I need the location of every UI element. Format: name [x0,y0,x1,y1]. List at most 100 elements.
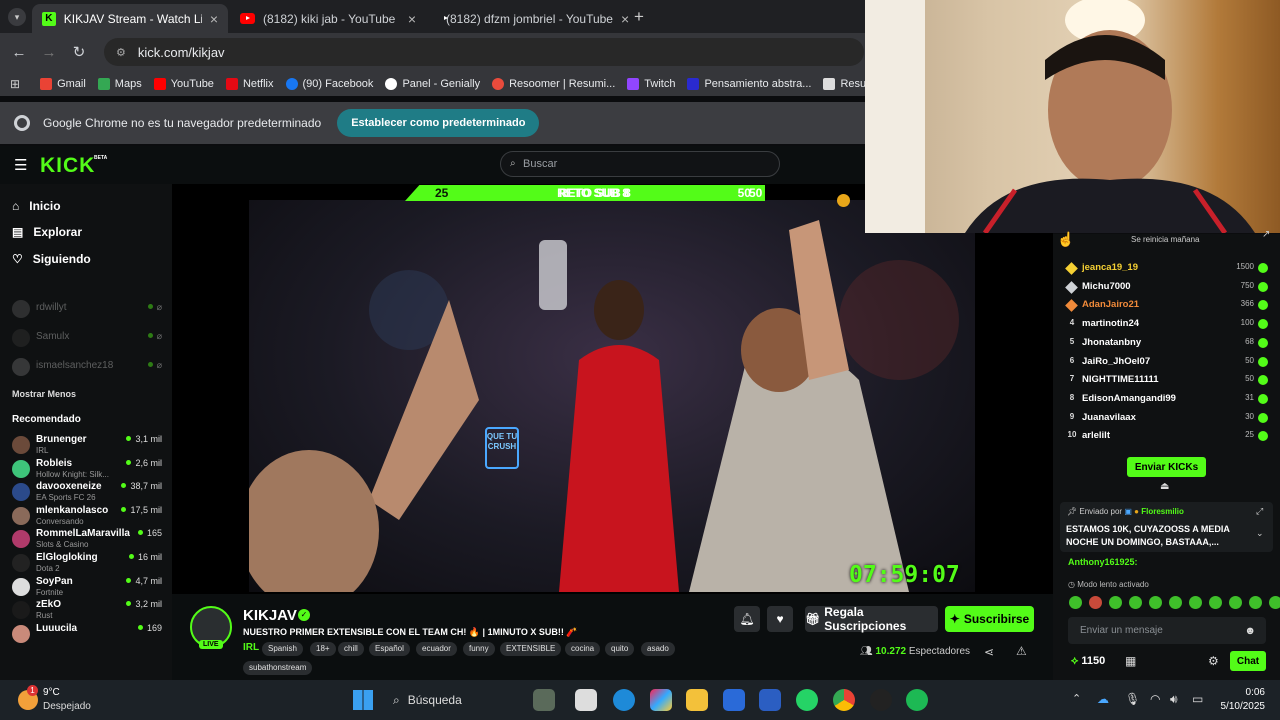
forward-icon[interactable]: → [34,44,64,61]
tab-close-icon[interactable]: × [408,11,416,27]
leaderboard-row[interactable]: 9 Juanavilaax 30 [1066,412,1268,428]
leaderboard-expand-icon[interactable]: ↗ [1262,229,1270,240]
recommended-item[interactable]: Luuucila 169 [12,623,162,645]
share-icon[interactable]: ⋖ [984,645,994,659]
edge-icon[interactable] [613,689,635,711]
leaderboard-row[interactable]: Michu7000 750 [1065,281,1268,297]
expand-chevron-icon[interactable]: ⌄ [1256,528,1264,539]
reload-icon[interactable]: ↻ [64,43,94,61]
kick-logo[interactable]: KICK [40,154,95,178]
recommended-item[interactable]: zEkO Rust 3,2 mil [12,599,162,621]
whatsapp-icon[interactable] [796,689,818,711]
emote-icon[interactable] [1109,596,1122,609]
taskbar-search[interactable]: ⌕ Búsqueda [387,688,517,712]
send-kicks-button[interactable]: Enviar KICKs [1127,457,1206,477]
word-icon[interactable] [759,689,781,711]
tab-kick[interactable]: K KIKJAV Stream - Watch Live on × [32,4,228,33]
new-tab-button[interactable]: + [634,7,644,27]
recommended-item[interactable]: SoyPan Fortnite 4,7 mil [12,576,162,598]
report-icon[interactable]: ⚠ [1016,644,1027,658]
nav-explore[interactable]: ▤ Explorar [12,225,82,239]
subscribe-button[interactable]: ✦ Suscribirse [945,606,1034,632]
channel-points[interactable]: ⟡ 1150 [1071,655,1105,668]
chrome-icon[interactable] [833,689,855,711]
file-app-icon[interactable] [575,689,597,711]
channel-name[interactable]: KIKJAV [243,607,297,624]
emoji-icon[interactable]: ☻ [1244,625,1256,637]
emote-icon[interactable] [1249,596,1262,609]
following-item[interactable]: Samulx ⌀ [12,327,162,349]
leaderboard-row[interactable]: 8 EdisonAmangandi99 31 [1066,393,1268,409]
follow-heart-button[interactable]: ♥ [767,606,793,632]
nav-home[interactable]: ⌂ Inicio [12,199,61,213]
unpin-icon[interactable]: ⤢ [1256,506,1263,517]
leaderboard-row[interactable]: 7 NIGHTTIME11111 50 [1066,374,1268,390]
emote-icon[interactable] [1189,596,1202,609]
calendar-icon[interactable]: ▦ [1125,654,1136,668]
bookmark-gmail[interactable]: Gmail [40,77,86,90]
pinned-user[interactable]: Floresmilio [1141,507,1184,516]
leaderboard-row[interactable]: 4 martinotin24 100 [1066,318,1268,334]
volume-icon[interactable]: 🔊︎ [1170,692,1178,707]
search-input[interactable]: ⌕ Buscar [500,151,780,177]
settings-gear-icon[interactable]: ⚙ [1208,654,1219,668]
tab-search-button[interactable]: ▾ [8,8,26,26]
bookmark-pensamiento[interactable]: Pensamiento abstra... [687,77,811,90]
stream-tag[interactable]: chill [338,642,364,656]
leaderboard-row[interactable]: 6 JaiRo_JhOel07 50 [1066,356,1268,372]
stream-tag[interactable]: ecuador [416,642,457,656]
nav-following[interactable]: ♡ Siguiendo [12,252,91,266]
emote-icon[interactable] [1169,596,1182,609]
clock-time[interactable]: 0:06 [1217,687,1265,698]
tab-youtube-1[interactable]: (8182) kiki jab - YouTube × [230,4,426,33]
bookmark-facebook[interactable]: (90) Facebook [285,77,373,90]
bookmark-youtube[interactable]: YouTube [153,77,214,90]
onedrive-icon[interactable]: ☁ [1097,692,1109,706]
tab-youtube-2[interactable]: (8182) dfzm jombriel - YouTube × [428,4,629,33]
chat-input[interactable]: Enviar un mensaje ☻ [1068,617,1266,644]
recommended-item[interactable]: Brunenger IRL 3,1 mil [12,434,162,456]
chat-send-button[interactable]: Chat [1230,651,1266,671]
stream-tag[interactable]: asado [641,642,675,656]
app-icon[interactable] [870,689,892,711]
store-icon[interactable] [723,689,745,711]
recommended-item[interactable]: RommelLaMaravilla Slots & Casino 165 [12,528,162,550]
copilot-icon[interactable] [650,689,672,711]
bookmark-maps[interactable]: Maps [97,77,142,90]
collapse-icon[interactable]: ⏏ [1160,481,1169,492]
following-item[interactable]: ismaelsanchez18 ⌀ [12,356,162,378]
emote-icon[interactable] [1269,596,1280,609]
tab-close-icon[interactable]: × [210,11,218,27]
show-less-link[interactable]: Mostrar Menos [12,389,76,399]
spotify-icon[interactable] [906,689,928,711]
stream-tag[interactable]: Spanish [262,642,303,656]
recommended-item[interactable]: mlenkanolasco Conversando 17,5 mil [12,505,162,527]
clock-date[interactable]: 5/10/2025 [1213,701,1266,712]
video-frame[interactable]: QUE TU CRUSH [249,200,975,592]
category-link[interactable]: IRL [243,642,259,653]
leaderboard-row[interactable]: 5 Jhonatanbny 68 [1066,337,1268,353]
gift-subs-button[interactable]: 🎁︎ Regala Suscripciones [805,605,938,633]
stream-tag[interactable]: cocina [565,642,601,656]
stream-tag[interactable]: subathonstream [243,661,313,675]
apps-grid-icon[interactable]: ⊞ [10,77,20,91]
notify-bell-button[interactable]: 🔔︎ [734,606,760,632]
battery-icon[interactable]: ▭ [1192,692,1203,706]
emote-icon[interactable] [1069,596,1082,609]
recommended-item[interactable]: Robleis Hollow Knight: Silk... 2,6 mil [12,458,162,480]
menu-icon[interactable]: ☰ [14,156,27,174]
file-explorer-icon[interactable] [686,689,708,711]
leaderboard-row[interactable]: jeanca19_19 1500 [1065,262,1268,278]
stream-tag[interactable]: 18+ [310,642,336,656]
emote-icon[interactable] [1129,596,1142,609]
stream-tag[interactable]: funny [463,642,495,656]
chat-message-user[interactable]: Anthony161925: [1068,557,1138,567]
wifi-icon[interactable]: ◠ [1150,692,1160,706]
bookmark-genially[interactable]: Panel - Genially [385,77,480,90]
emote-icon[interactable] [1089,596,1102,609]
following-item[interactable]: rdwillyt ⌀ [12,298,162,320]
emote-icon[interactable] [1209,596,1222,609]
tab-close-icon[interactable]: × [621,11,629,27]
stream-tag[interactable]: quito [605,642,635,656]
url-field[interactable]: ⚙ kick.com/kikjav [104,38,864,66]
